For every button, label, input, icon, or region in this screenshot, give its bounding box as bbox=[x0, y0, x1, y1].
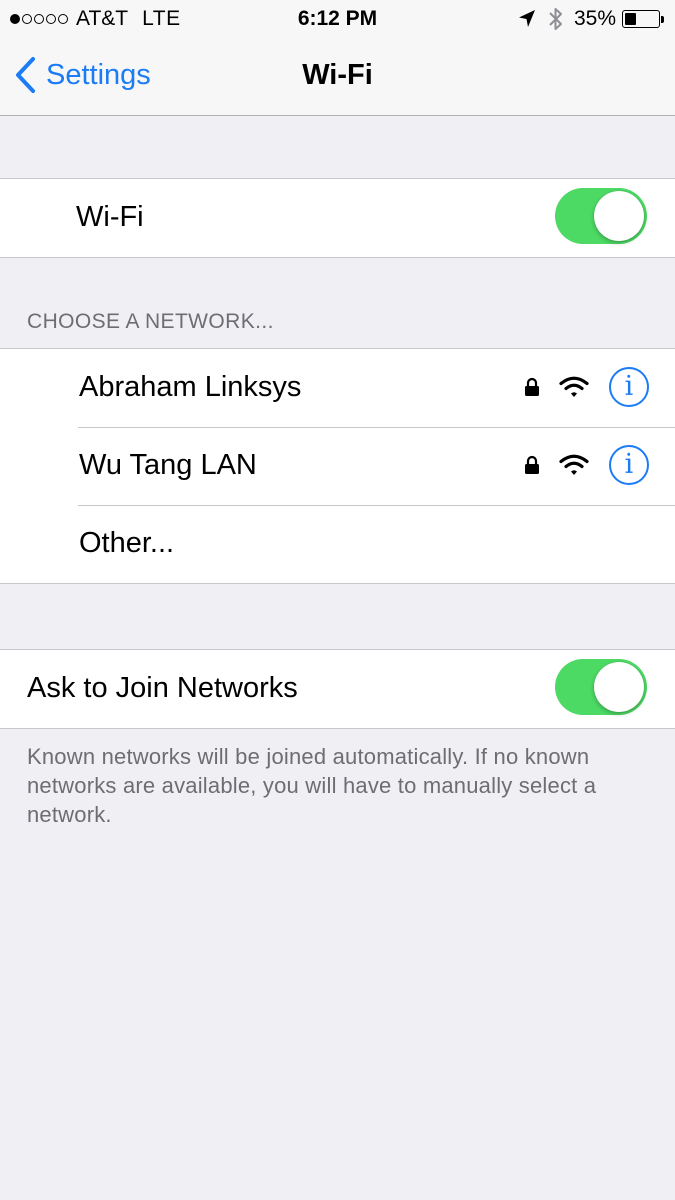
network-status-icons: i bbox=[524, 367, 649, 407]
battery-icon bbox=[622, 10, 660, 28]
status-bar: AT&T LTE 6:12 PM 35% bbox=[0, 0, 675, 38]
toggle-knob bbox=[594, 191, 644, 241]
wifi-toggle-group: Wi-Fi bbox=[0, 178, 675, 258]
navigation-bar: Settings Wi-Fi bbox=[0, 38, 675, 116]
ask-to-join-group: Ask to Join Networks bbox=[0, 649, 675, 729]
ask-to-join-row: Ask to Join Networks bbox=[0, 650, 675, 728]
location-arrow-icon bbox=[518, 10, 535, 27]
battery-percent: 35% bbox=[573, 7, 616, 30]
wifi-toggle-row: Wi-Fi bbox=[0, 179, 675, 257]
network-status-icons: i bbox=[524, 445, 649, 485]
network-info-button[interactable]: i bbox=[609, 445, 649, 485]
lock-icon bbox=[525, 455, 539, 474]
status-bar-right: 35% bbox=[518, 6, 664, 32]
network-list: Abraham Linksys i Wu Tang LAN i Other... bbox=[0, 348, 675, 584]
section-header-choose-network: CHOOSE A NETWORK... bbox=[27, 310, 274, 333]
wifi-toggle-label: Wi-Fi bbox=[76, 201, 144, 233]
toggle-knob bbox=[594, 662, 644, 712]
battery-nub bbox=[661, 15, 664, 23]
wifi-signal-icon bbox=[559, 376, 589, 397]
wifi-settings-screen: AT&T LTE 6:12 PM 35% Settings Wi-Fi Wi-F… bbox=[0, 0, 675, 1200]
lock-icon bbox=[525, 377, 539, 396]
network-name: Abraham Linksys bbox=[79, 371, 302, 403]
network-name: Wu Tang LAN bbox=[79, 449, 257, 481]
page-title: Wi-Fi bbox=[302, 59, 373, 91]
other-network-row[interactable]: Other... bbox=[0, 505, 675, 583]
ask-to-join-toggle-switch[interactable] bbox=[555, 659, 647, 715]
network-row[interactable]: Abraham Linksys i bbox=[0, 349, 675, 427]
other-network-label: Other... bbox=[79, 527, 175, 559]
battery-level-fill bbox=[625, 13, 636, 25]
bluetooth-icon bbox=[549, 8, 562, 30]
wifi-toggle-switch[interactable] bbox=[555, 188, 647, 244]
ask-to-join-label: Ask to Join Networks bbox=[27, 672, 298, 704]
ask-to-join-footnote: Known networks will be joined automatica… bbox=[27, 744, 597, 827]
wifi-signal-icon bbox=[559, 454, 589, 475]
network-row[interactable]: Wu Tang LAN i bbox=[0, 427, 675, 505]
network-info-button[interactable]: i bbox=[609, 367, 649, 407]
